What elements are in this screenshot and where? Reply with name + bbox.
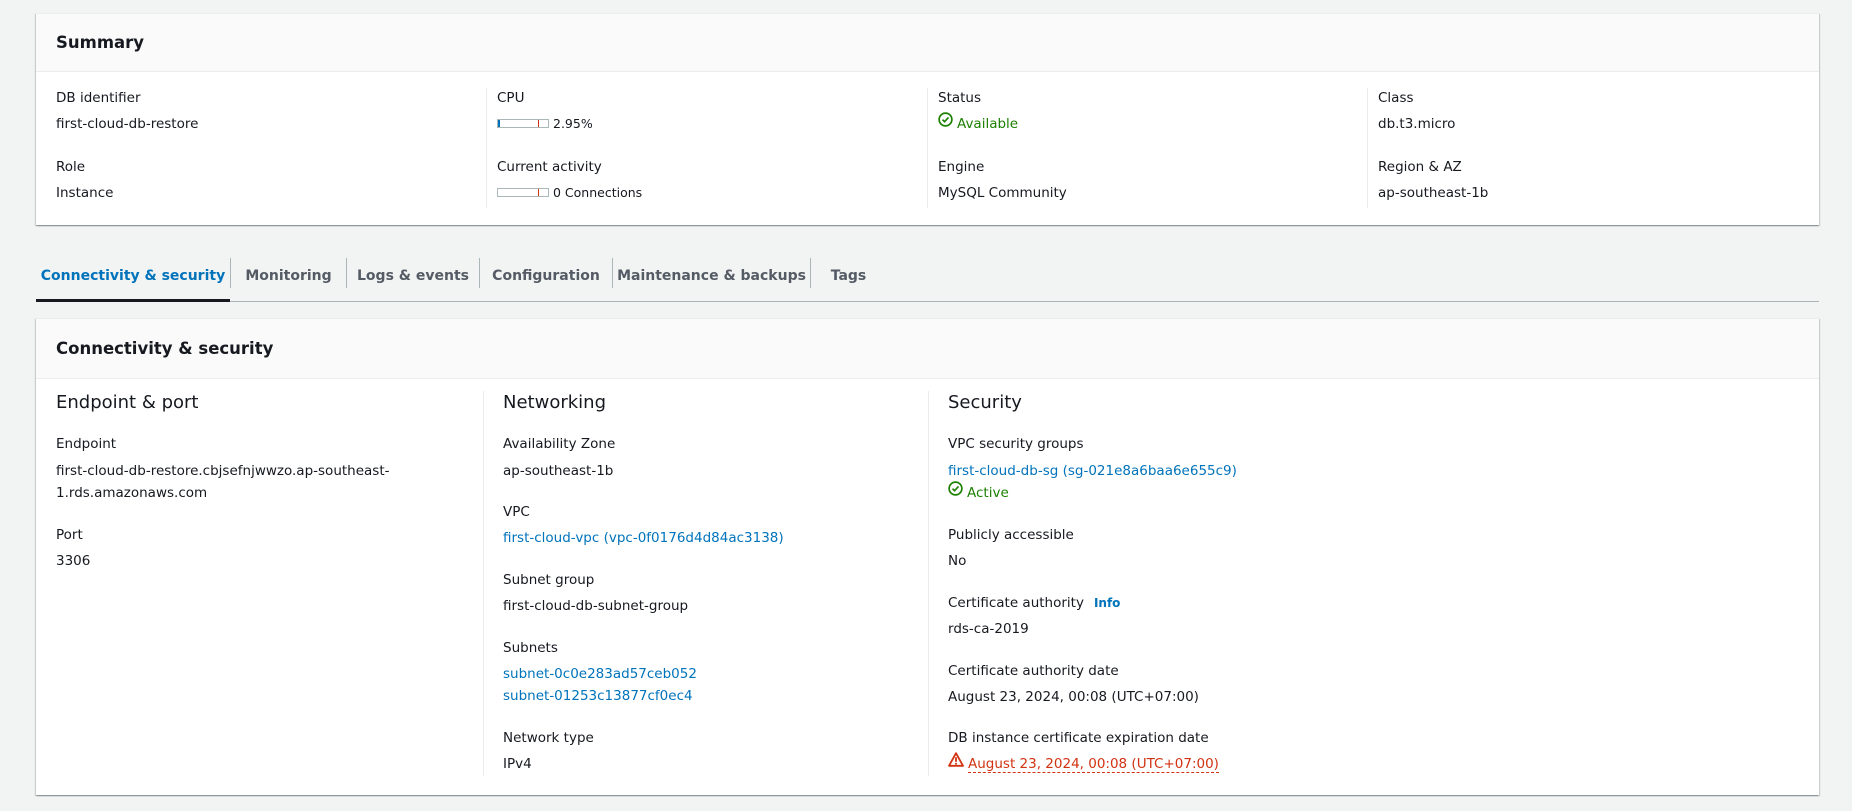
check-circle-icon — [948, 481, 963, 503]
connectivity-header: Connectivity & security — [36, 319, 1819, 379]
subnet-group-label: Subnet group — [503, 572, 595, 588]
connections-bar — [497, 188, 549, 197]
cpu-label: CPU — [497, 90, 525, 106]
port-value: 3306 — [56, 553, 91, 569]
status-label: Status — [938, 90, 982, 106]
column-divider — [483, 391, 484, 776]
security-group-status: Active — [948, 481, 1009, 504]
cpu-threshold-marker — [538, 120, 539, 127]
tab-monitoring[interactable]: Monitoring — [231, 250, 346, 301]
region-az-label: Region & AZ — [1378, 159, 1462, 175]
networking-heading: Networking — [503, 392, 606, 413]
warning-icon — [948, 752, 964, 774]
cert-expiration-label: DB instance certificate expiration date — [948, 730, 1209, 746]
security-group-link[interactable]: first-cloud-db-sg (sg-021e8a6baa6e655c9) — [948, 460, 1237, 482]
status-value: Available — [957, 116, 1019, 132]
certificate-authority-date-label: Certificate authority date — [948, 663, 1119, 679]
column-divider — [1367, 88, 1368, 208]
cpu-value: 2.95% — [553, 116, 593, 131]
certificate-authority-info-link[interactable]: Info — [1094, 596, 1120, 610]
summary-title: Summary — [56, 33, 145, 52]
connections-threshold-marker — [538, 189, 539, 196]
publicly-accessible-value: No — [948, 553, 967, 569]
network-type-label: Network type — [503, 730, 594, 746]
network-type-value: IPv4 — [503, 756, 532, 772]
cpu-meter: 2.95% — [497, 113, 593, 135]
cert-expiration-value[interactable]: August 23, 2024, 00:08 (UTC+07:00) — [968, 756, 1219, 773]
availability-zone-label: Availability Zone — [503, 436, 616, 452]
subnet-link[interactable]: subnet-0c0e283ad57ceb052 — [503, 663, 697, 685]
connectivity-title: Connectivity & security — [56, 339, 274, 358]
port-label: Port — [56, 527, 83, 543]
subnet-group-value: first-cloud-db-subnet-group — [503, 598, 689, 614]
db-identifier-label: DB identifier — [56, 90, 141, 106]
db-identifier-value: first-cloud-db-restore — [56, 116, 199, 132]
vpc-link[interactable]: first-cloud-vpc (vpc-0f0176d4d84ac3138) — [503, 527, 784, 549]
endpoint-value-line2: 1.rds.amazonaws.com — [56, 485, 208, 501]
cpu-bar-fill — [498, 120, 500, 127]
summary-header: Summary — [36, 14, 1819, 72]
summary-card: Summary DB identifier first-cloud-db-res… — [36, 13, 1819, 225]
certificate-authority-label: Certificate authority — [948, 595, 1084, 611]
connections-value: 0 Connections — [553, 185, 643, 200]
availability-zone-value: ap-southeast-1b — [503, 463, 614, 479]
subnet-link[interactable]: subnet-01253c13877cf0ec4 — [503, 685, 693, 707]
tab-connectivity-security[interactable]: Connectivity & security — [36, 250, 230, 302]
engine-value: MySQL Community — [938, 185, 1067, 201]
connections-meter: 0 Connections — [497, 182, 642, 204]
cert-expiration-row: August 23, 2024, 00:08 (UTC+07:00) — [948, 752, 1219, 775]
cpu-bar — [497, 119, 549, 128]
column-divider — [927, 88, 928, 208]
role-label: Role — [56, 159, 86, 175]
certificate-authority-label-row: Certificate authority Info — [948, 595, 1120, 611]
column-divider — [928, 391, 929, 776]
tab-logs-events[interactable]: Logs & events — [347, 250, 479, 301]
tab-maintenance-backups[interactable]: Maintenance & backups — [613, 250, 810, 301]
region-az-value: ap-southeast-1b — [1378, 185, 1489, 201]
vpc-security-groups-label: VPC security groups — [948, 436, 1084, 452]
column-divider — [486, 88, 487, 208]
security-group-status-text: Active — [967, 485, 1009, 501]
vpc-label: VPC — [503, 504, 530, 520]
publicly-accessible-label: Publicly accessible — [948, 527, 1074, 543]
role-value: Instance — [56, 185, 114, 201]
certificate-authority-value: rds-ca-2019 — [948, 621, 1029, 637]
connectivity-security-card: Connectivity & security Endpoint & port … — [36, 318, 1819, 795]
endpoint-value-line1: first-cloud-db-restore.cbjsefnjwwzo.ap-s… — [56, 463, 390, 479]
security-heading: Security — [948, 392, 1022, 413]
class-label: Class — [1378, 90, 1414, 106]
status-badge: Available — [938, 112, 1019, 135]
current-activity-label: Current activity — [497, 159, 602, 175]
endpoint-label: Endpoint — [56, 436, 117, 452]
tab-configuration[interactable]: Configuration — [480, 250, 612, 301]
certificate-authority-date-value: August 23, 2024, 00:08 (UTC+07:00) — [948, 689, 1199, 705]
class-value: db.t3.micro — [1378, 116, 1456, 132]
tab-tags[interactable]: Tags — [811, 250, 886, 301]
engine-label: Engine — [938, 159, 985, 175]
check-circle-icon — [938, 112, 953, 134]
endpoint-port-heading: Endpoint & port — [56, 392, 199, 413]
subnets-label: Subnets — [503, 640, 558, 656]
detail-tabs: Connectivity & security Monitoring Logs … — [36, 250, 1819, 302]
